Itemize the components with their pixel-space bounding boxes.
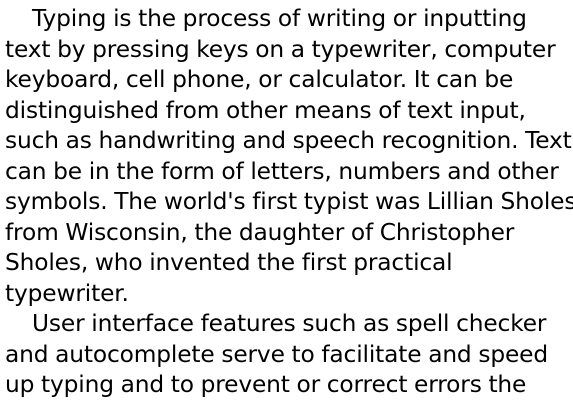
text-line: up typing and to prevent or correct erro…	[5, 371, 527, 398]
text-line: and autocomplete serve to facilitate and…	[5, 340, 548, 368]
text-line: Sholes, who invented the first practical	[5, 249, 453, 276]
text-line: distinguished from other means of text i…	[5, 96, 526, 124]
text-line: text by pressing keys on a typewriter, c…	[5, 35, 556, 63]
text-line: such as handwriting and speech recogniti…	[5, 127, 572, 154]
text-line: User interface features such as spell ch…	[5, 310, 547, 337]
text-line: keyboard, cell phone, or calculator. It …	[5, 66, 514, 93]
text-line: from Wisconsin, the daughter of Christop…	[5, 218, 515, 246]
text-line: symbols. The world's first typist was Li…	[5, 188, 573, 215]
text-line: Typing is the process of writing or inpu…	[5, 5, 527, 32]
text-line: can be in the form of letters, numbers a…	[5, 157, 559, 185]
text-line: typewriter.	[5, 279, 129, 307]
typing-text-area[interactable]: Typing is the process of writing or inpu…	[0, 0, 573, 400]
